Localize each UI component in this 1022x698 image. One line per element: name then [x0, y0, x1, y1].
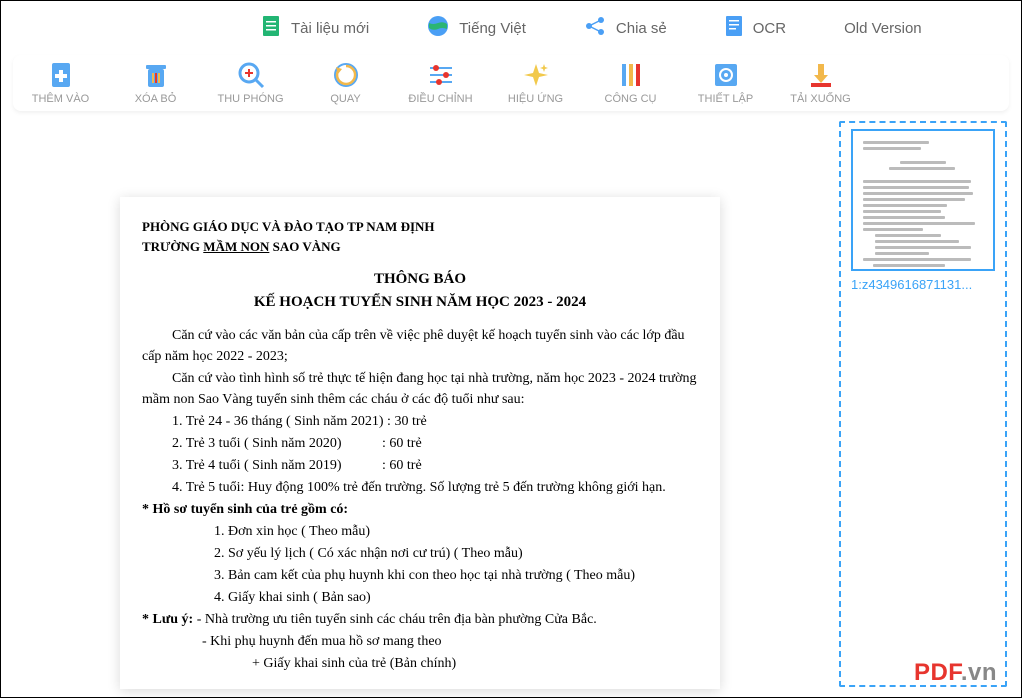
doc-hs-heading: * Hồ sơ tuyển sinh của trẻ gồm có:: [142, 499, 698, 520]
tools-icon: [617, 61, 645, 89]
add-icon: [47, 61, 75, 89]
doc-header-1: PHÒNG GIÁO DỤC VÀ ĐÀO TẠO TP NAM ĐỊNH: [142, 217, 698, 237]
thumbnail-sidebar: 1:z4349616871131...: [839, 121, 1007, 687]
add-label: THÊM VÀO: [32, 93, 89, 105]
tools-button[interactable]: CÔNG CỤ: [583, 61, 678, 105]
magnifier-icon: [237, 61, 265, 89]
tools-label: CÔNG CỤ: [605, 93, 657, 105]
trash-icon: [142, 61, 170, 89]
doc-title: THÔNG BÁO: [142, 268, 698, 291]
adjust-button[interactable]: ĐIỀU CHỈNH: [393, 61, 488, 105]
remove-button[interactable]: XÓA BỎ: [108, 61, 203, 105]
old-version-menu[interactable]: Old Version: [844, 20, 922, 37]
main-toolbar: THÊM VÀO XÓA BỎ THU PHÓNG QUAY ĐIỀU CHỈN…: [13, 55, 1009, 111]
document-icon: [261, 15, 281, 41]
rotate-button[interactable]: QUAY: [298, 61, 393, 105]
sliders-icon: [427, 61, 455, 89]
new-document-menu[interactable]: Tài liệu mới: [261, 15, 369, 41]
language-menu[interactable]: Tiếng Việt: [427, 15, 526, 41]
ocr-label: OCR: [753, 20, 786, 37]
doc-body: Căn cứ vào các văn bản của cấp trên về v…: [142, 325, 698, 674]
ocr-menu[interactable]: OCR: [725, 15, 786, 41]
watermark-pdf: PDF: [914, 659, 961, 686]
doc-hs4: 4. Giấy khai sinh ( Bản sao): [142, 587, 698, 608]
rotate-label: QUAY: [330, 93, 360, 105]
sparkle-icon: [522, 61, 550, 89]
doc-li1: 1. Trẻ 24 - 36 tháng ( Sinh năm 2021) : …: [142, 411, 698, 432]
doc-hs1: 1. Đơn xin học ( Theo mẫu): [142, 521, 698, 542]
zoom-label: THU PHÓNG: [218, 93, 284, 105]
share-icon: [584, 15, 606, 41]
effect-button[interactable]: HIỆU ỨNG: [488, 61, 583, 105]
rotate-icon: [332, 61, 360, 89]
doc-subtitle: KẾ HOẠCH TUYỂN SINH NĂM HỌC 2023 - 2024: [142, 291, 698, 314]
new-document-label: Tài liệu mới: [291, 20, 369, 37]
adjust-label: ĐIỀU CHỈNH: [408, 93, 472, 105]
thumbnail-content: [863, 141, 983, 271]
old-version-label: Old Version: [844, 20, 922, 37]
remove-label: XÓA BỎ: [135, 93, 177, 105]
main-preview: PHÒNG GIÁO DỤC VÀ ĐÀO TẠO TP NAM ĐỊNH TR…: [15, 121, 825, 687]
workspace: PHÒNG GIÁO DỤC VÀ ĐÀO TẠO TP NAM ĐỊNH TR…: [1, 111, 1021, 697]
top-menu: Tài liệu mới Tiếng Việt Chia sẻ OCR Old …: [1, 1, 1021, 55]
doc-note2: - Khi phụ huynh đến mua hồ sơ mang theo: [142, 631, 698, 652]
doc-note1: * Lưu ý: - Nhà trường ưu tiên tuyển sinh…: [142, 609, 698, 630]
share-label: Chia sẻ: [616, 20, 667, 37]
thumbnail-label: 1:z4349616871131...: [851, 277, 995, 292]
gear-icon: [712, 61, 740, 89]
watermark-vn: .vn: [961, 659, 997, 686]
doc-hs3: 3. Bản cam kết của phụ huynh khi con the…: [142, 565, 698, 586]
globe-icon: [427, 15, 449, 41]
document-preview[interactable]: PHÒNG GIÁO DỤC VÀ ĐÀO TẠO TP NAM ĐỊNH TR…: [120, 197, 720, 689]
doc-header-2: TRƯỜNG MẦM NON SAO VÀNG: [142, 237, 698, 257]
doc-li2: 2. Trẻ 3 tuổi ( Sinh năm 2020): 60 trẻ: [142, 433, 698, 454]
doc-p2: Căn cứ vào tình hình số trẻ thực tế hiện…: [142, 368, 698, 410]
zoom-button[interactable]: THU PHÓNG: [203, 61, 298, 105]
doc-li3: 3. Trẻ 4 tuổi ( Sinh năm 2019): 60 trẻ: [142, 455, 698, 476]
download-icon: [807, 61, 835, 89]
share-menu[interactable]: Chia sẻ: [584, 15, 667, 41]
add-button[interactable]: THÊM VÀO: [13, 61, 108, 105]
download-label: TẢI XUỐNG: [790, 93, 851, 105]
doc-hs2: 2. Sơ yếu lý lịch ( Có xác nhận nơi cư t…: [142, 543, 698, 564]
doc-p1: Căn cứ vào các văn bản của cấp trên về v…: [142, 325, 698, 367]
doc-li4: 4. Trẻ 5 tuổi: Huy động 100% trẻ đến trư…: [142, 477, 698, 498]
settings-button[interactable]: THIẾT LẬP: [678, 61, 773, 105]
doc-note3: + Giấy khai sinh của trẻ (Bản chính): [142, 653, 698, 674]
download-button[interactable]: TẢI XUỐNG: [773, 61, 868, 105]
page-thumbnail[interactable]: [851, 129, 995, 271]
effect-label: HIỆU ỨNG: [508, 93, 563, 105]
language-label: Tiếng Việt: [459, 20, 526, 37]
watermark: PDF.vn: [914, 659, 997, 687]
ocr-icon: [725, 15, 743, 41]
settings-label: THIẾT LẬP: [698, 93, 753, 105]
